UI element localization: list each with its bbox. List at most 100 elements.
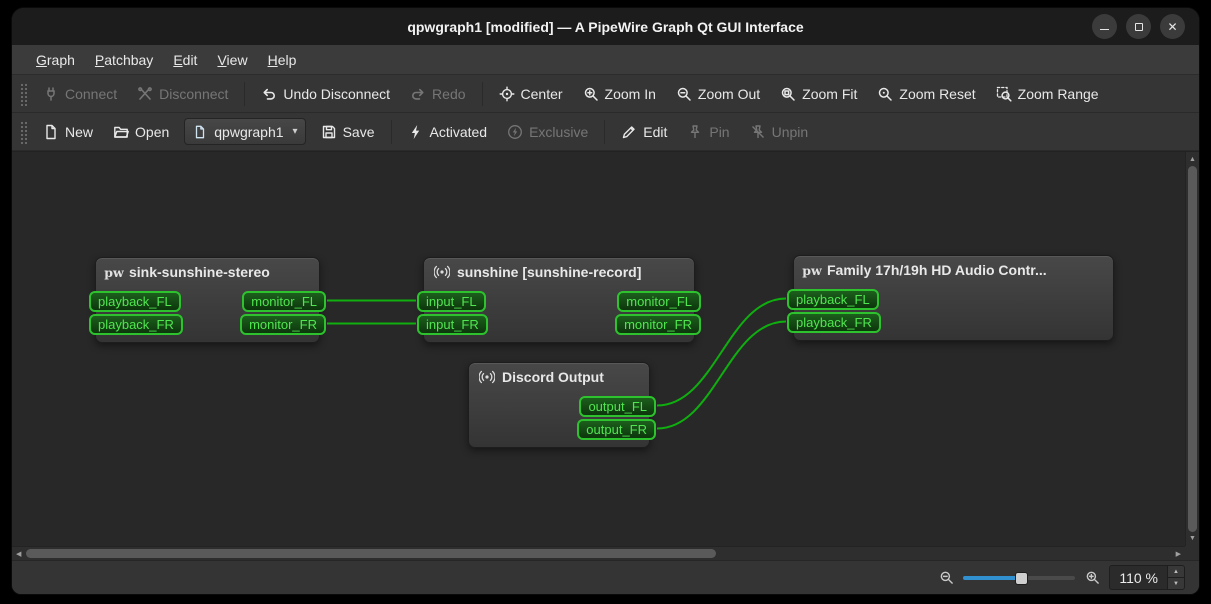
pipewire-icon — [804, 262, 820, 278]
redo-button: Redo — [401, 80, 474, 108]
port-output_FR[interactable]: output_FR — [577, 419, 656, 440]
activated-toggle[interactable]: Activated — [399, 118, 497, 146]
close-button[interactable]: ✕ — [1160, 14, 1185, 39]
maximize-button[interactable] — [1126, 14, 1151, 39]
zoom-slider-fill — [963, 575, 1022, 580]
port-monitor_FL[interactable]: monitor_FL — [617, 291, 701, 312]
menu-patchbay-label: Patchbay — [94, 51, 154, 68]
node-discord-output[interactable]: Discord Output output_FL output_FR — [468, 362, 656, 448]
port-playback_FR[interactable]: playback_FR — [787, 312, 881, 333]
pin-button: Pin — [678, 118, 738, 146]
horizontal-scrollbar-thumb[interactable] — [26, 549, 716, 558]
menu-patchbay[interactable]: Patchbay — [85, 45, 163, 74]
vertical-scrollbar-thumb[interactable] — [1188, 166, 1197, 532]
horizontal-scrollbar[interactable]: ◀ ▶ — [12, 546, 1185, 560]
undo-disconnect-label: Undo Disconnect — [283, 85, 391, 102]
graph-canvas[interactable]: sink-sunshine-stereo playback_FL monitor… — [12, 151, 1199, 560]
port-input_FL[interactable]: input_FL — [417, 291, 486, 312]
scroll-right-arrow-icon[interactable]: ▶ — [1176, 551, 1181, 558]
zoom-reset-icon — [877, 86, 893, 102]
zoom-out-icon[interactable] — [938, 570, 954, 586]
center-button[interactable]: Center — [490, 80, 572, 108]
scroll-left-arrow-icon[interactable]: ◀ — [16, 551, 21, 558]
menu-edit[interactable]: Edit — [163, 45, 207, 74]
titlebar[interactable]: qpwgraph1 [modified] — A PipeWire Graph … — [12, 8, 1199, 45]
patchbay-selector-value: qpwgraph1 — [214, 123, 284, 140]
close-icon: ✕ — [1167, 19, 1178, 34]
minimize-button[interactable] — [1092, 14, 1117, 39]
port-playback_FR[interactable]: playback_FR — [89, 314, 183, 335]
port-playback_FL[interactable]: playback_FL — [89, 291, 181, 312]
scrollbar-corner — [1185, 546, 1199, 560]
zoom-fit-label: Zoom Fit — [802, 85, 858, 102]
zoom-range-icon — [996, 86, 1012, 102]
menu-view[interactable]: View — [207, 45, 257, 74]
scroll-up-arrow-icon[interactable]: ▲ — [1189, 156, 1196, 163]
port-monitor_FR[interactable]: monitor_FR — [615, 314, 701, 335]
window-title: qpwgraph1 [modified] — A PipeWire Graph … — [407, 18, 804, 35]
monitor-icon — [434, 264, 450, 280]
center-label: Center — [520, 85, 563, 102]
node-family-hd-audio[interactable]: Family 17h/19h HD Audio Contr... playbac… — [787, 255, 1114, 341]
menu-help-label: Help — [267, 51, 297, 68]
port-monitor_FR[interactable]: monitor_FR — [240, 314, 326, 335]
save-button[interactable]: Save — [312, 118, 384, 146]
zoom-in-icon[interactable] — [1084, 570, 1100, 586]
canvas-surface[interactable]: sink-sunshine-stereo playback_FL monitor… — [12, 152, 1185, 546]
menu-graph-label: Graph — [36, 51, 75, 68]
port-row: playback_FR monitor_FR — [89, 313, 326, 336]
zoom-out-label: Zoom Out — [697, 85, 761, 102]
vertical-scrollbar[interactable]: ▲ ▼ — [1185, 152, 1199, 546]
connections-layer — [327, 297, 787, 430]
qpwgraph-window: qpwgraph1 [modified] — A PipeWire Graph … — [12, 8, 1199, 594]
zoom-slider-handle[interactable] — [1015, 571, 1029, 585]
spin-down-arrow-icon[interactable]: ▼ — [1168, 578, 1184, 589]
zoom-value[interactable]: 110 % — [1110, 566, 1167, 589]
port-output_FL[interactable]: output_FL — [579, 396, 656, 417]
edit-toggle[interactable]: Edit — [612, 118, 676, 146]
patchbay-selector[interactable]: qpwgraph1 ▾ — [184, 118, 306, 145]
undo-disconnect-button[interactable]: Undo Disconnect — [252, 80, 399, 108]
zoom-range-button[interactable]: Zoom Range — [987, 80, 1108, 108]
center-icon — [499, 86, 515, 102]
node-sunshine-record[interactable]: sunshine [sunshine-record] input_FL moni… — [417, 257, 701, 343]
zoom-slider[interactable] — [963, 571, 1076, 585]
patchbay-file-icon — [192, 124, 208, 140]
zoom-fit-button[interactable]: Zoom Fit — [771, 80, 866, 108]
unpin-icon — [750, 124, 766, 140]
desktop: qpwgraph1 [modified] — A PipeWire Graph … — [0, 0, 1211, 604]
unpin-button: Unpin — [741, 118, 818, 146]
new-button[interactable]: New — [34, 118, 102, 146]
disconnect-button: Disconnect — [128, 80, 237, 108]
menu-view-label: View — [217, 51, 248, 68]
menu-graph[interactable]: Graph — [26, 45, 85, 74]
zoom-in-label: Zoom In — [604, 85, 656, 102]
scroll-down-arrow-icon[interactable]: ▼ — [1189, 535, 1196, 542]
open-button[interactable]: Open — [104, 118, 178, 146]
new-file-icon — [43, 124, 59, 140]
monitor-icon — [479, 369, 495, 385]
port-monitor_FL[interactable]: monitor_FL — [242, 291, 326, 312]
node-header: Family 17h/19h HD Audio Contr... — [794, 256, 1113, 284]
zoom-in-button[interactable]: Zoom In — [574, 80, 665, 108]
node-title: sunshine [sunshine-record] — [457, 264, 642, 280]
port-row: playback_FL monitor_FL — [89, 290, 326, 313]
open-folder-icon — [113, 124, 129, 140]
disconnect-icon — [137, 86, 153, 102]
node-header: sink-sunshine-stereo — [96, 258, 319, 286]
menu-help[interactable]: Help — [258, 45, 307, 74]
node-sink-sunshine-stereo[interactable]: sink-sunshine-stereo playback_FL monitor… — [89, 257, 326, 343]
zoom-spinbox[interactable]: 110 % ▲ ▼ — [1109, 565, 1185, 590]
window-controls: ✕ — [1092, 8, 1185, 45]
zoom-out-button[interactable]: Zoom Out — [667, 80, 769, 108]
zoom-reset-button[interactable]: Zoom Reset — [868, 80, 984, 108]
toolbar-grip[interactable] — [20, 119, 27, 144]
statusbar: 110 % ▲ ▼ — [12, 560, 1199, 594]
port-input_FR[interactable]: input_FR — [417, 314, 488, 335]
pin-icon — [687, 124, 703, 140]
toolbar-separator — [244, 81, 246, 106]
spin-up-arrow-icon[interactable]: ▲ — [1168, 566, 1184, 578]
minimize-icon — [1100, 28, 1109, 30]
port-playback_FL[interactable]: playback_FL — [787, 289, 879, 310]
toolbar-grip[interactable] — [20, 81, 27, 106]
